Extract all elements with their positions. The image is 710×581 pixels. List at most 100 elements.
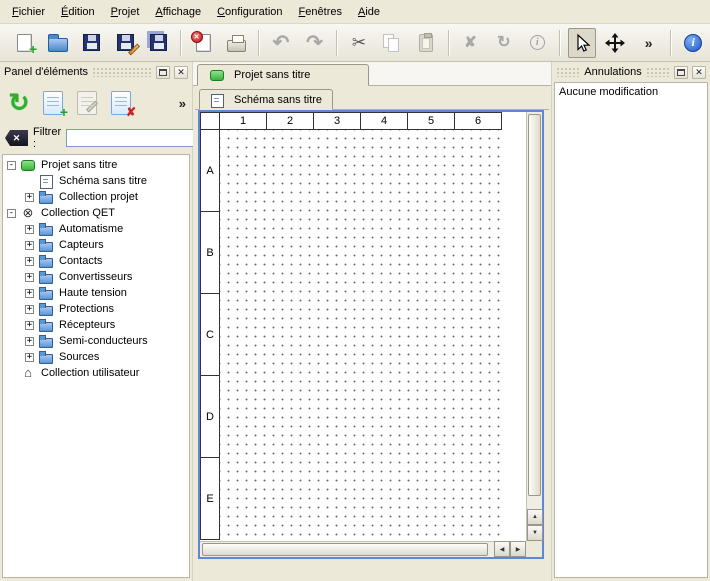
menu-configuration[interactable]: Configuration [209, 3, 290, 21]
elements-toolbar: ↻ + ✘ » [2, 84, 190, 122]
dock-handle-texture[interactable] [92, 67, 152, 77]
tree-item-collection-projet[interactable]: + Collection projet [3, 189, 189, 205]
tree-item-sources[interactable]: + Sources [3, 349, 189, 365]
tree-toggle[interactable]: + [25, 225, 34, 234]
folder-icon [39, 223, 53, 235]
schema-view[interactable]: 1 2 3 4 5 6 A B C D E ▲ [198, 110, 544, 559]
tree-toggle[interactable] [25, 177, 34, 186]
tab-schema[interactable]: Schéma sans titre [199, 89, 333, 110]
tree-item-collection-qet[interactable]: - ⊗ Collection QET [3, 205, 189, 221]
filter-row: ✕ Filtrer : [2, 126, 190, 150]
elements-panel-titlebar[interactable]: Panel d'éléments ✕ [2, 64, 190, 80]
tree-item-capteurs[interactable]: + Capteurs [3, 237, 189, 253]
new-document-button[interactable]: + [11, 28, 38, 58]
tree-toggle[interactable]: + [25, 337, 34, 346]
save-button[interactable] [78, 28, 105, 58]
print-button[interactable] [223, 28, 250, 58]
move-arrows-icon [605, 33, 625, 53]
tree-toggle[interactable]: + [25, 305, 34, 314]
paste-button[interactable] [412, 28, 439, 58]
select-tool-button[interactable] [568, 28, 595, 58]
undo-panel: Annulations ✕ Aucune modification [551, 62, 710, 581]
tree-item-collection-utilisateur[interactable]: ⌂ Collection utilisateur [3, 365, 189, 381]
tree-item-haute-tension[interactable]: + Haute tension [3, 285, 189, 301]
undo-history-list[interactable]: Aucune modification [554, 82, 708, 578]
float-panel-button[interactable] [674, 66, 688, 79]
tab-project[interactable]: Projet sans titre [197, 64, 369, 86]
dock-handle-texture[interactable] [646, 67, 670, 77]
copy-button[interactable] [379, 28, 406, 58]
tree-item-label: Sources [57, 351, 101, 363]
scroll-up-button[interactable]: ▲ [527, 509, 543, 525]
horizontal-scrollbar-thumb[interactable] [202, 543, 488, 556]
tree-toggle[interactable]: + [25, 321, 34, 330]
vertical-scrollbar[interactable]: ▲ ▼ [526, 112, 542, 541]
undo-panel-titlebar[interactable]: Annulations ✕ [554, 64, 708, 80]
tree-toggle[interactable]: - [7, 209, 16, 218]
horizontal-scrollbar[interactable]: ◀ ▶ [200, 541, 526, 557]
grid-dots[interactable] [220, 130, 502, 540]
schema-canvas[interactable]: 1 2 3 4 5 6 A B C D E [200, 112, 526, 541]
menu-fenetres[interactable]: Fenêtres [291, 3, 350, 21]
save-as-button[interactable] [111, 28, 138, 58]
copy-icon [383, 34, 401, 52]
vertical-scrollbar-thumb[interactable] [528, 114, 541, 496]
scroll-right-button[interactable]: ▶ [510, 541, 526, 557]
workspace: Projet sans titre Schéma sans titre 1 2 … [193, 62, 551, 581]
edit-element-button[interactable] [70, 87, 104, 119]
menu-fichier[interactable]: Fichier [4, 3, 53, 21]
clear-filter-button[interactable]: ✕ [5, 130, 28, 146]
tree-toggle[interactable]: + [25, 241, 34, 250]
cut-button[interactable]: ✂ [345, 28, 372, 58]
tree-item-semi-conducteurs[interactable]: + Semi-conducteurs [3, 333, 189, 349]
close-panel-button[interactable]: ✕ [174, 66, 188, 79]
reload-collections-button[interactable]: ↻ [2, 87, 36, 119]
toolbar-separator [559, 30, 560, 56]
open-button[interactable] [44, 28, 71, 58]
elements-tree[interactable]: - Projet sans titre Schéma sans titre + … [2, 154, 190, 578]
redo-button[interactable]: ↷ [301, 28, 328, 58]
tree-toggle[interactable] [7, 369, 16, 378]
dock-handle-texture[interactable] [556, 67, 580, 77]
move-tool-button[interactable] [602, 28, 629, 58]
up-arrow-icon: ▲ [532, 514, 538, 520]
undo-button[interactable]: ↶ [267, 28, 294, 58]
tree-item-protections[interactable]: + Protections [3, 301, 189, 317]
save-all-button[interactable] [145, 28, 172, 58]
column-header: 4 [361, 113, 408, 129]
menu-aide[interactable]: Aide [350, 3, 388, 21]
tree-item-recepteurs[interactable]: + Récepteurs [3, 317, 189, 333]
menu-bar: Fichier Édition Projet Affichage Configu… [0, 0, 710, 24]
about-info-button[interactable]: i [679, 28, 706, 58]
scroll-left-button[interactable]: ◀ [494, 541, 510, 557]
undo-list-item[interactable]: Aucune modification [555, 83, 707, 101]
project-page: Schéma sans titre 1 2 3 4 5 6 A B C D [193, 86, 551, 581]
tree-item-project[interactable]: - Projet sans titre [3, 157, 189, 173]
delete-button[interactable]: ✘ [457, 28, 484, 58]
menu-projet[interactable]: Projet [103, 3, 148, 21]
menu-affichage[interactable]: Affichage [147, 3, 209, 21]
tree-item-convertisseurs[interactable]: + Convertisseurs [3, 269, 189, 285]
tree-toggle[interactable]: + [25, 289, 34, 298]
tree-toggle[interactable]: + [25, 353, 34, 362]
delete-element-button[interactable]: ✘ [104, 87, 138, 119]
tree-item-contacts[interactable]: + Contacts [3, 253, 189, 269]
element-info-button[interactable]: i [524, 28, 551, 58]
tree-toggle[interactable]: - [7, 161, 16, 170]
tree-toggle[interactable]: + [25, 193, 34, 202]
tree-toggle[interactable]: + [25, 257, 34, 266]
rotate-button[interactable]: ↻ [490, 28, 517, 58]
info-gray-icon: i [530, 35, 545, 50]
float-panel-button[interactable] [156, 66, 170, 79]
toolbar-overflow-button[interactable]: » [635, 28, 662, 58]
close-panel-button[interactable]: ✕ [692, 66, 706, 79]
tree-item-automatisme[interactable]: + Automatisme [3, 221, 189, 237]
elements-toolbar-overflow-button[interactable]: » [179, 96, 186, 111]
tree-toggle[interactable]: + [25, 273, 34, 282]
tree-item-schema[interactable]: Schéma sans titre [3, 173, 189, 189]
close-file-button[interactable]: ✕ [189, 28, 216, 58]
new-element-button[interactable]: + [36, 87, 70, 119]
menu-edition[interactable]: Édition [53, 3, 103, 21]
float-icon [159, 69, 167, 76]
scroll-down-button[interactable]: ▼ [527, 525, 543, 541]
